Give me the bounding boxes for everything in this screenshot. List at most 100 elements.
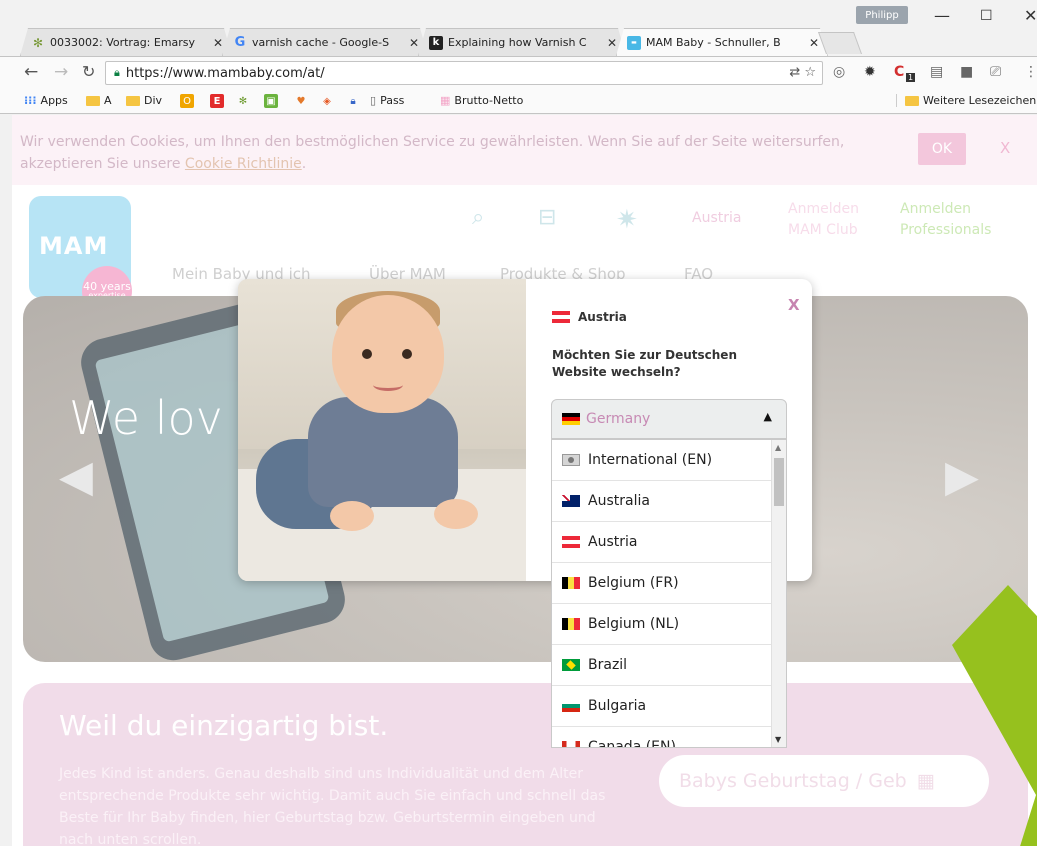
tab-title: 0033002: Vortrag: Emarsy bbox=[50, 36, 196, 49]
canada-flag-icon bbox=[562, 741, 580, 747]
bookmark-label: Div bbox=[144, 94, 163, 107]
list-extension-icon[interactable]: ▤ bbox=[930, 64, 943, 80]
tab-close-icon[interactable]: ✕ bbox=[213, 36, 223, 50]
option-bulgaria[interactable]: Bulgaria bbox=[552, 686, 772, 727]
browser-tab-2[interactable]: G varnish cache - Google-S ✕ bbox=[222, 28, 428, 56]
option-label: International (EN) bbox=[588, 452, 713, 468]
bookmark-apps[interactable]: ⁝⁝⁝ Apps bbox=[24, 94, 68, 107]
cookie-banner: Wir verwenden Cookies, um Ihnen den best… bbox=[12, 115, 1037, 185]
option-label: Brazil bbox=[588, 657, 628, 673]
country-select[interactable]: Germany ▲ bbox=[551, 399, 787, 439]
option-austria[interactable]: Austria bbox=[552, 522, 772, 563]
baby-photo bbox=[238, 279, 526, 581]
browser-tabbar: ✻ 0033002: Vortrag: Emarsy ✕ G varnish c… bbox=[0, 0, 1037, 56]
option-international[interactable]: International (EN) bbox=[552, 440, 772, 481]
option-belgium-nl[interactable]: Belgium (NL) bbox=[552, 604, 772, 645]
maximize-icon[interactable]: ☐ bbox=[980, 8, 993, 24]
folder-icon bbox=[126, 95, 140, 106]
panel-text: Jedes Kind ist anders. Genau deshalb sin… bbox=[59, 766, 606, 846]
country-dropdown-list: International (EN) Australia Austria Bel… bbox=[551, 439, 787, 748]
browser-tab-3[interactable]: k Explaining how Varnish C ✕ bbox=[418, 28, 626, 56]
bookmarks-bar: ⁝⁝⁝ Apps A Div O E ✻ ▣ ♥ ◈ 🔒︎ ▯ Pass ▦ B… bbox=[0, 88, 1037, 114]
bookmark-label: Apps bbox=[40, 94, 68, 107]
login-mam-club[interactable]: Anmelden MAM Club bbox=[788, 199, 859, 241]
option-brazil[interactable]: Brazil bbox=[552, 645, 772, 686]
scroll-thumb[interactable] bbox=[774, 458, 784, 506]
hero-next-arrow-icon[interactable]: ▶ bbox=[945, 451, 979, 502]
birthday-input[interactable]: Babys Geburtstag / Geb ▦ bbox=[659, 755, 989, 807]
other-bookmarks[interactable]: Weitere Lesezeichen bbox=[896, 94, 1036, 107]
tab-close-icon[interactable]: ✕ bbox=[607, 36, 617, 50]
bookmark-magento-icon[interactable]: ◈ bbox=[320, 94, 334, 108]
world-map-icon[interactable]: ✷ bbox=[616, 205, 638, 235]
scroll-down-icon[interactable]: ▼ bbox=[775, 735, 781, 744]
birthday-placeholder: Babys Geburtstag / Geb bbox=[679, 770, 907, 792]
bookmark-folder-div[interactable]: Div bbox=[126, 94, 162, 107]
menu-icon[interactable]: ⋮ bbox=[1024, 64, 1037, 80]
belgium-flag-icon bbox=[562, 618, 580, 630]
country-switch-modal: X Austria Möchten Sie zur Deutschen Webs… bbox=[238, 279, 812, 748]
gear-extension-icon[interactable]: ✹ bbox=[864, 64, 876, 80]
cookie-close-icon[interactable]: X bbox=[1000, 139, 1010, 157]
apps-grid-icon: ⁝⁝⁝ bbox=[24, 94, 37, 107]
forward-arrow-icon[interactable]: → bbox=[54, 62, 68, 82]
bookmark-pass[interactable]: ▯ Pass bbox=[370, 94, 404, 107]
option-belgium-fr[interactable]: Belgium (FR) bbox=[552, 563, 772, 604]
badge-years: 40 years bbox=[83, 280, 131, 293]
hero-prev-arrow-icon[interactable]: ◀ bbox=[59, 451, 93, 502]
minimize-icon[interactable]: — bbox=[934, 6, 950, 25]
cart-icon[interactable]: ⊟ bbox=[538, 205, 556, 230]
address-bar[interactable]: 🔒︎ https://www.mambaby.com/at/ ⇄ ☆ bbox=[105, 61, 823, 85]
tab-close-icon[interactable]: ✕ bbox=[809, 36, 819, 50]
option-label: Canada (EN) bbox=[588, 739, 676, 748]
camera-icon[interactable]: ◎ bbox=[833, 64, 845, 80]
current-country-label: Austria bbox=[578, 310, 627, 324]
cookie-message: Wir verwenden Cookies, um Ihnen den best… bbox=[20, 134, 845, 172]
belgium-flag-icon bbox=[562, 577, 580, 589]
hero-title: We lov bbox=[69, 391, 223, 445]
cookie-policy-link[interactable]: Cookie Richtlinie bbox=[185, 156, 302, 172]
tab-title: MAM Baby - Schnuller, B bbox=[646, 36, 781, 49]
reload-icon[interactable]: ↻ bbox=[82, 62, 95, 81]
tab-close-icon[interactable]: ✕ bbox=[409, 36, 419, 50]
profile-button[interactable]: Philipp bbox=[856, 6, 908, 24]
bookmark-e-icon[interactable]: E bbox=[210, 94, 224, 108]
bookmark-green-icon[interactable]: ▣ bbox=[264, 94, 278, 108]
login-club-line2: MAM Club bbox=[788, 222, 858, 238]
cookie-ok-button[interactable]: OK bbox=[918, 133, 966, 165]
back-arrow-icon[interactable]: ← bbox=[24, 62, 38, 82]
bookmark-orange-icon[interactable]: O bbox=[180, 94, 194, 108]
bookmark-bug-icon[interactable]: ✻ bbox=[236, 94, 250, 108]
close-window-icon[interactable]: ✕ bbox=[1024, 6, 1037, 25]
new-tab-button[interactable] bbox=[817, 32, 863, 54]
option-label: Bulgaria bbox=[588, 698, 647, 714]
tab-title: Explaining how Varnish C bbox=[448, 36, 587, 49]
square-extension-icon[interactable]: ■ bbox=[960, 64, 973, 80]
modal-close-icon[interactable]: X bbox=[788, 296, 800, 314]
header-country[interactable]: Austria bbox=[692, 210, 741, 226]
calendar-icon[interactable]: ▦ bbox=[917, 770, 935, 792]
login-professionals[interactable]: Anmelden Professionals bbox=[900, 199, 991, 241]
bookmark-brutto-netto[interactable]: ▦ Brutto-Netto bbox=[440, 94, 523, 107]
bookmark-heart-icon[interactable]: ♥ bbox=[294, 94, 308, 108]
option-label: Austria bbox=[588, 534, 638, 550]
option-label: Belgium (FR) bbox=[588, 575, 679, 591]
logo-text: MAM bbox=[39, 232, 109, 260]
dropdown-scrollbar[interactable]: ▲ ▼ bbox=[771, 440, 786, 747]
bookmark-folder-a[interactable]: A bbox=[86, 94, 112, 107]
bookmark-lock-icon[interactable]: 🔒︎ bbox=[346, 94, 360, 108]
option-australia[interactable]: Australia bbox=[552, 481, 772, 522]
option-canada-en[interactable]: Canada (EN) bbox=[552, 727, 772, 748]
lock-icon: 🔒︎ bbox=[114, 66, 120, 79]
browser-toolbar: ← → ↻ 🔒︎ https://www.mambaby.com/at/ ⇄ ☆… bbox=[0, 56, 1037, 88]
browser-tab-1[interactable]: ✻ 0033002: Vortrag: Emarsy ✕ bbox=[20, 28, 232, 56]
search-icon[interactable]: ⌕ bbox=[472, 205, 484, 230]
cookie-suffix: . bbox=[301, 156, 307, 172]
browser-tab-4-active[interactable]: ▬ MAM Baby - Schnuller, B ✕ bbox=[616, 28, 828, 56]
url-text: https://www.mambaby.com/at/ bbox=[125, 65, 325, 81]
cast-icon[interactable]: ⎚ bbox=[990, 64, 1001, 80]
scroll-up-icon[interactable]: ▲ bbox=[775, 443, 781, 452]
opera-extension-icon[interactable]: C bbox=[894, 64, 904, 80]
translate-star-icons[interactable]: ⇄ ☆ bbox=[789, 65, 816, 80]
tab-title: varnish cache - Google-S bbox=[252, 36, 390, 49]
